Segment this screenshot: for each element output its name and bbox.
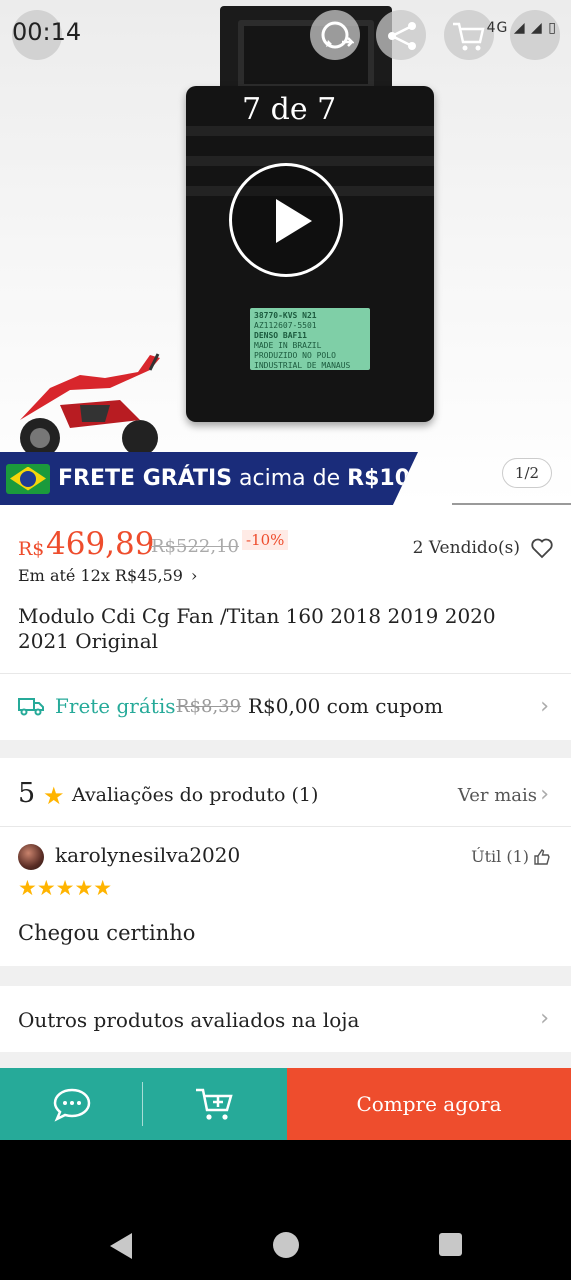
banner-title: FRETE GRÁTIS [58, 466, 233, 491]
useful-button[interactable]: Útil (1) [471, 847, 551, 866]
installments-link[interactable]: Em até 12x R$45,59 › [18, 566, 197, 585]
gallery-counter: 7 de 7 [242, 92, 337, 127]
review-comment: Chegou certinho [18, 921, 196, 945]
product-label-sticker: 38770-KVS N21 AZ112607-5501 DENSO BAF11 … [250, 308, 370, 370]
other-rated-products-label: Outros produtos avaliados na loja [18, 1008, 360, 1032]
price-row: R$ 469,89 R$522,10 -10% 2 Vendido(s) [18, 524, 558, 564]
cart-icon [448, 18, 488, 54]
add-to-cart-icon [196, 1088, 233, 1120]
original-price: R$522,10 [151, 536, 239, 557]
free-shipping-banner: FRETE GRÁTIS acima de R$10 [0, 452, 418, 505]
add-to-cart-button[interactable] [143, 1068, 287, 1140]
discount-badge: -10% [242, 530, 289, 550]
ratings-header[interactable]: 5 ★ Avaliações do produto (1) Ver mais › [0, 760, 571, 826]
reviewer-avatar [18, 844, 44, 870]
chevron-right-icon: › [540, 1006, 549, 1031]
sold-count: 2 Vendido(s) [412, 538, 520, 558]
section-gap [0, 740, 571, 758]
share-icon [382, 18, 422, 54]
shipping-old-price: R$8,39 [176, 696, 242, 717]
whatsapp-icon [316, 18, 356, 54]
section-gap [0, 1052, 571, 1068]
banner-amount: R$10 [347, 466, 411, 491]
shipping-new-price: R$0,00 com cupom [248, 694, 444, 718]
free-shipping-label: Frete grátis [55, 694, 176, 718]
thumbs-up-icon [534, 848, 550, 865]
review-item: karolynesilva2020 Útil (1) ★★★★★ Chegou … [0, 827, 571, 965]
reviewer-name: karolynesilva2020 [55, 843, 241, 867]
motorcycle-image [20, 353, 160, 458]
signal-icon-2: ◢ [531, 20, 543, 36]
truck-icon [18, 698, 44, 716]
section-gap [0, 966, 571, 986]
divider [0, 673, 571, 674]
chat-icon [53, 1088, 90, 1122]
brazil-flag-icon [6, 463, 50, 494]
home-nav-icon[interactable] [273, 1232, 299, 1258]
buy-now-button[interactable]: Compre agora [287, 1068, 571, 1140]
system-status-icons: 4G ◢ ◢ ▯ [487, 20, 557, 36]
favorite-heart-icon[interactable] [530, 536, 554, 560]
product-title: Modulo Cdi Cg Fan /Titan 160 2018 2019 2… [18, 604, 496, 653]
product-image-connector [220, 6, 392, 98]
see-more-link[interactable]: Ver mais [458, 785, 537, 806]
back-nav-icon[interactable] [110, 1233, 132, 1259]
rating-score: 5 [18, 778, 36, 809]
other-rated-products-row[interactable]: Outros produtos avaliados na loja › [0, 988, 571, 1052]
network-type: 4G [486, 20, 509, 36]
product-gallery[interactable]: 38770-KVS N21 AZ112607-5501 DENSO BAF11 … [0, 0, 571, 505]
chat-button[interactable] [0, 1068, 143, 1140]
banner-middle: acima de [232, 466, 348, 491]
system-navigation-bar [0, 1140, 571, 1280]
shipping-row[interactable]: Frete grátis R$8,39 R$0,00 com cupom › [0, 676, 571, 738]
price-currency: R$ [18, 538, 45, 560]
star-icon: ★ [43, 782, 65, 810]
battery-icon: ▯ [548, 20, 557, 36]
recent-apps-nav-icon[interactable] [439, 1233, 462, 1256]
ratings-title: Avaliações do produto (1) [72, 784, 319, 806]
chevron-right-icon: › [540, 694, 549, 719]
installments-text: Em até 12x R$45,59 [18, 566, 183, 585]
bottom-action-bar: Compre agora [0, 1068, 571, 1140]
signal-icon: ◢ [513, 20, 526, 36]
useful-count: Útil (1) [471, 847, 529, 866]
play-video-button[interactable] [229, 163, 343, 277]
pager-indicator [452, 503, 571, 505]
chevron-right-icon: › [190, 566, 198, 585]
status-time: 00:14 [12, 18, 82, 46]
gallery-pager: 1/2 [502, 458, 552, 488]
review-stars: ★★★★★ [18, 876, 113, 900]
price-value: 469,89 [46, 526, 155, 562]
chevron-right-icon: › [540, 782, 549, 807]
